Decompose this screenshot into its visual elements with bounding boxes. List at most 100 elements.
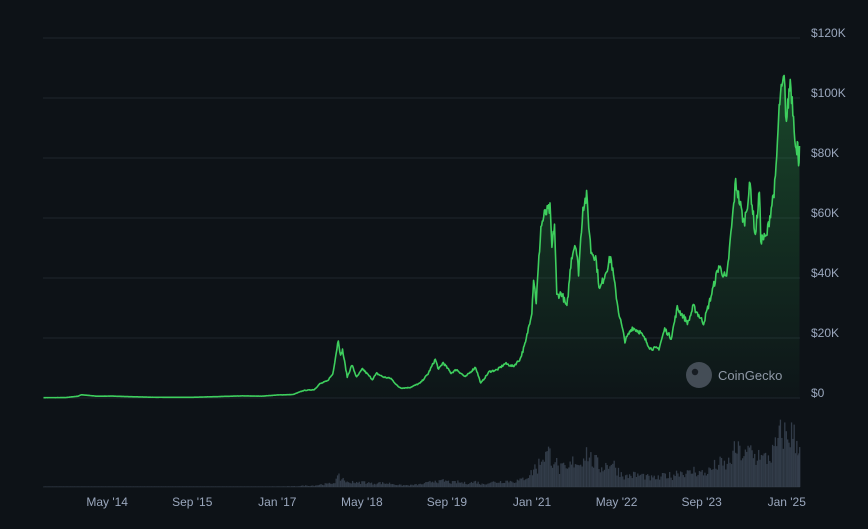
volume-bar [716,469,718,487]
volume-bar [422,484,424,487]
volume-bar [194,486,196,487]
volume-bar [292,486,294,487]
volume-bar [789,447,791,487]
volume-bar [542,459,544,487]
volume-bar [208,486,210,487]
volume-bar [334,483,336,487]
volume-bar [173,486,175,487]
volume-bar [690,473,692,487]
volume-bar [185,486,188,487]
volume-bar [277,486,279,487]
volume-bar [118,486,121,487]
y-tick-label: $60K [811,206,839,220]
volume-bar [62,486,65,487]
volume-bar [69,486,72,487]
volume-bar [779,419,782,487]
volume-bar [482,483,485,487]
volume-bar [550,465,552,487]
volume-bar [90,486,93,487]
volume-bar [736,453,738,487]
volume-bar [439,480,442,487]
volume-bar [429,480,431,487]
volume-bar [71,486,73,487]
volume-bar [341,479,343,487]
volume-bar [83,486,85,487]
volume-bar [535,468,537,487]
volume-bar [212,486,214,487]
volume-bar [445,480,447,487]
volume-bar [694,472,696,487]
volume-bar [530,470,532,487]
volume-bar [526,478,528,487]
volume-bar [286,486,289,487]
x-tick-label: May '14 [86,495,128,509]
volume-bar [303,486,305,487]
volume-bar [679,471,682,487]
x-axis-ticks: May '14 Sep '15 Jan '17 May '18 Sep '19 Jan '… [86,495,806,509]
volume-bar [631,478,633,487]
volume-bar [776,446,778,487]
volume-bar [295,486,297,487]
x-tick-label: Sep '15 [172,495,213,509]
volume-bar [609,466,611,487]
volume-bar [210,486,213,487]
volume-bar [274,486,276,487]
volume-bar [681,472,683,487]
volume-bar [519,478,521,487]
volume-bar [425,482,427,487]
volume-bar [522,477,524,487]
volume-bar [312,485,314,487]
volume-bar [259,486,261,487]
volume-bar [401,485,403,487]
volume-bar [523,480,525,487]
volume-bar [461,482,463,487]
volume-bar [708,467,710,487]
volume-bar [557,465,559,487]
volume-bar [124,486,126,487]
volume-bar [702,475,705,487]
volume-bar [143,486,146,487]
volume-bar [545,451,547,487]
volume-bar [469,482,471,487]
volume-bar [224,486,226,487]
volume-bar [362,481,364,487]
volume-bar [338,473,340,487]
volume-bar [756,460,759,487]
volume-bar [434,480,436,487]
volume-bar [701,470,703,487]
volume-bar [420,484,423,487]
volume-bar [246,486,248,487]
volume-bar [404,485,406,487]
volume-bar [597,457,599,487]
volume-bar [314,485,317,487]
volume-bar [509,480,511,487]
volume-bar [794,453,797,487]
volume-bar [689,470,691,487]
volume-bar [770,462,772,487]
volume-bar [590,452,592,487]
volume-bar [723,460,726,487]
volume-bar [682,475,684,487]
volume-bar [359,483,362,487]
volume-bar [187,486,189,487]
volume-bar [739,445,741,487]
volume-bar [263,486,265,487]
volume-bar [55,486,58,487]
volume-bar [339,480,342,487]
volume-bar [116,486,118,487]
volume-bar [273,486,275,487]
volume-bar [317,485,319,487]
volume-bar [473,481,475,487]
volume-bar [419,483,421,487]
volume-bar [584,460,586,487]
volume-bar [227,486,229,487]
volume-bar [729,462,731,487]
volume-bar [365,483,367,487]
volume-bar [573,467,575,487]
volume-bar [336,475,339,487]
volume-bar [423,483,426,487]
volume-bar [93,486,95,487]
volume-bar [178,486,181,487]
volume-bar [394,484,396,487]
volume-bar [613,460,615,487]
